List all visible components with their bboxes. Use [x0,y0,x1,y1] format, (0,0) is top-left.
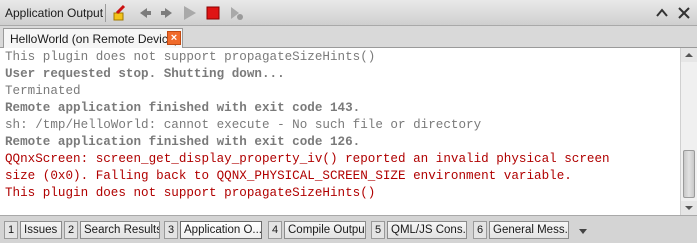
application-output-text[interactable]: This plugin does not support propagateSi… [0,48,680,215]
next-button[interactable] [158,4,176,22]
toolbar-separator [105,4,106,22]
arrow-right-icon [161,8,172,18]
stop-button[interactable] [204,4,222,22]
output-line: Remote application finished with exit co… [5,135,361,149]
close-pane-button[interactable] [676,5,692,21]
pane-number: 2 [64,221,78,239]
tab-label: HelloWorld (on Remote Device) [10,32,179,46]
pane-number: 5 [371,221,385,239]
output-line: Remote application finished with exit co… [5,101,361,115]
clear-brush-icon [113,4,126,21]
output-line: This plugin does not support propagateSi… [5,50,376,64]
close-icon [678,7,690,19]
attach-debugger-button[interactable] [227,4,245,22]
output-line: QQnxScreen: screen_get_display_property_… [5,152,610,166]
pane-label: QML/JS Cons... [387,221,467,239]
previous-button[interactable] [136,4,154,22]
output-line: User requested stop. Shutting down... [5,67,285,81]
vertical-scrollbar[interactable] [680,48,697,215]
pane-number: 3 [164,221,178,239]
pane-label: General Mess... [489,221,569,239]
pane-number: 6 [473,221,487,239]
more-panes-button[interactable] [576,224,590,238]
output-line: size (0x0). Falling back to QQNX_PHYSICA… [5,169,572,183]
output-line: Terminated [5,84,81,98]
pane-number: 1 [4,221,18,239]
clear-output-button[interactable] [111,4,129,22]
scroll-up-button[interactable] [681,48,697,62]
output-pane-bar: 1 Issues 2 Search Results 3 Application … [0,215,697,243]
output-line: sh: /tmp/HelloWorld: cannot execute - No… [5,118,482,132]
pane-number: 4 [268,221,282,239]
close-icon[interactable]: × [167,31,181,45]
scroll-down-button[interactable] [681,201,697,215]
output-line: This plugin does not support propagateSi… [5,186,376,200]
chevron-up-icon [656,8,668,17]
pane-label: Issues [20,221,62,239]
output-pane-titlebar: Application Output [0,0,697,26]
rerun-button[interactable] [180,4,198,22]
maximize-pane-button[interactable] [654,5,670,21]
chevron-down-icon [579,229,587,234]
tab-helloworld[interactable]: HelloWorld (on Remote Device) × [3,28,183,48]
chevron-down-icon [685,206,693,210]
pane-label: Search Results [80,221,160,239]
debug-icon [231,7,243,20]
arrow-left-icon [140,8,151,18]
chevron-up-icon [685,53,693,57]
pane-label: Compile Output [284,221,366,239]
pane-title: Application Output [5,6,104,20]
pane-label: Application O... [180,221,262,239]
scrollbar-thumb[interactable] [683,150,695,198]
stop-icon [206,6,220,20]
output-tab-strip: HelloWorld (on Remote Device) × [0,26,697,48]
play-icon [184,6,196,20]
